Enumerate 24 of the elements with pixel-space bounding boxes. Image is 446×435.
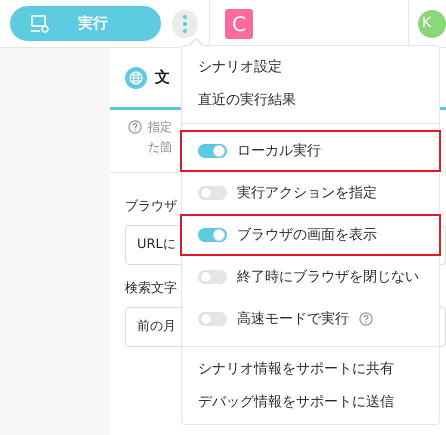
globe-icon — [125, 66, 147, 88]
help-icon — [128, 120, 142, 134]
toggle-switch[interactable] — [198, 144, 227, 158]
toggle-label: ブラウザの画面を表示 — [237, 226, 377, 244]
toggle-label: 高速モードで実行 — [237, 310, 349, 328]
menu-item[interactable]: 直近の実行結果 — [198, 90, 296, 111]
field-label: ブラウザ — [125, 198, 178, 216]
toggle-label: 終了時にブラウザを閉じない — [237, 268, 419, 286]
toggle-switch[interactable] — [198, 228, 227, 242]
toggle-label: ローカル実行 — [237, 142, 321, 160]
tab-title[interactable]: 文 — [155, 66, 170, 89]
menu-item[interactable]: シナリオ情報をサポートに共有 — [198, 359, 394, 380]
project-badge: C — [224, 8, 254, 38]
toggle-switch[interactable] — [198, 186, 227, 200]
menu-item[interactable]: シナリオ設定 — [198, 57, 282, 78]
more-button[interactable] — [172, 10, 198, 38]
toggle-label: 実行アクションを指定 — [237, 184, 377, 202]
toggle-switch[interactable] — [198, 270, 227, 284]
help-text: た箇 — [148, 139, 172, 156]
computer-icon — [30, 14, 50, 34]
toggle-switch[interactable] — [198, 312, 227, 326]
field-label: 検索文字 — [125, 280, 178, 298]
help-text: 指定 — [148, 119, 172, 136]
menu-item[interactable]: デバッグ情報をサポートに送信 — [198, 392, 394, 413]
